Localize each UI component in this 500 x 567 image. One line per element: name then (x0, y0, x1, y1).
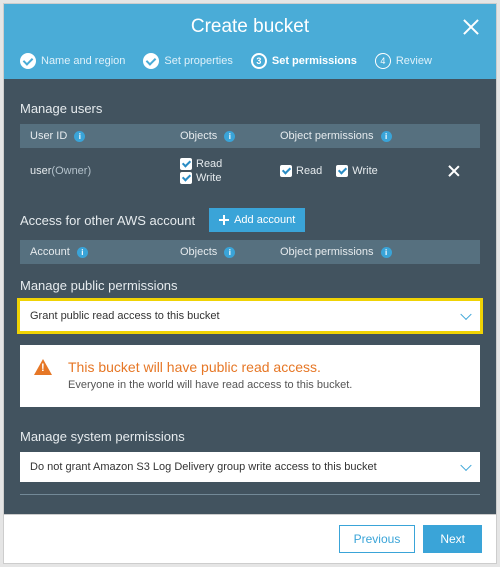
checkbox-label: Read (296, 165, 322, 177)
objects-read-checkbox[interactable] (180, 158, 192, 170)
step-number-icon: 4 (375, 53, 391, 69)
step-set-permissions[interactable]: 3 Set permissions (245, 49, 363, 73)
perm-write-checkbox[interactable] (336, 165, 348, 177)
user-row: user(Owner) Read Write Read (20, 148, 480, 194)
info-icon[interactable] (74, 131, 85, 142)
step-label: Set properties (164, 55, 232, 67)
system-perms-title: Manage system permissions (20, 429, 480, 444)
step-label: Review (396, 55, 432, 67)
chevron-down-icon (460, 460, 471, 471)
step-review[interactable]: 4 Review (369, 49, 438, 73)
step-number-icon: 3 (251, 53, 267, 69)
next-button[interactable]: Next (423, 525, 482, 553)
modal-title: Create bucket (191, 16, 309, 38)
select-value: Grant public read access to this bucket (30, 310, 220, 322)
modal-header: Create bucket (4, 4, 496, 49)
perm-read-checkbox[interactable] (280, 165, 292, 177)
modal-footer: Previous Next (4, 514, 496, 563)
col-perms: Object permissions (280, 130, 374, 142)
check-icon (20, 53, 36, 69)
checkbox-label: Read (196, 158, 222, 170)
create-bucket-modal: Create bucket Name and region Set proper… (4, 4, 496, 563)
col-objects: Objects (180, 130, 217, 142)
modal-content: Manage users User ID Objects Object perm… (4, 79, 496, 514)
public-access-warning: This bucket will have public read access… (20, 345, 480, 407)
previous-button[interactable]: Previous (339, 525, 416, 553)
add-account-button[interactable]: Add account (209, 208, 305, 232)
public-permissions-select[interactable]: Grant public read access to this bucket (20, 301, 480, 331)
separator (20, 494, 480, 495)
alert-body: Everyone in the world will have read acc… (68, 379, 466, 391)
col-user-id: User ID (30, 130, 67, 142)
info-icon[interactable] (224, 247, 235, 258)
checkbox-label: Write (352, 165, 377, 177)
step-set-properties[interactable]: Set properties (137, 49, 238, 73)
wizard-steps: Name and region Set properties 3 Set per… (4, 49, 496, 79)
public-perms-title: Manage public permissions (20, 278, 480, 293)
owner-suffix: (Owner) (51, 165, 91, 177)
col-perms: Object permissions (280, 246, 374, 258)
col-account: Account (30, 246, 70, 258)
info-icon[interactable] (77, 247, 88, 258)
warning-icon (34, 359, 52, 375)
select-value: Do not grant Amazon S3 Log Delivery grou… (30, 461, 377, 473)
other-account-title: Access for other AWS account (20, 213, 195, 228)
step-name-region[interactable]: Name and region (14, 49, 131, 73)
remove-user-icon[interactable] (446, 163, 462, 179)
plus-icon (219, 215, 229, 225)
info-icon[interactable] (381, 131, 392, 142)
alert-title: This bucket will have public read access… (68, 359, 466, 375)
check-icon (143, 53, 159, 69)
step-label: Set permissions (272, 55, 357, 67)
accounts-table-header: Account Objects Object permissions (20, 240, 480, 264)
button-label: Add account (234, 214, 295, 226)
users-table-header: User ID Objects Object permissions (20, 124, 480, 148)
chevron-down-icon (460, 309, 471, 320)
close-icon[interactable] (460, 16, 482, 38)
col-objects: Objects (180, 246, 217, 258)
system-permissions-select[interactable]: Do not grant Amazon S3 Log Delivery grou… (20, 452, 480, 482)
info-icon[interactable] (381, 247, 392, 258)
user-name: user (30, 165, 51, 177)
objects-write-checkbox[interactable] (180, 172, 192, 184)
checkbox-label: Write (196, 172, 221, 184)
step-label: Name and region (41, 55, 125, 67)
manage-users-title: Manage users (20, 101, 480, 116)
info-icon[interactable] (224, 131, 235, 142)
